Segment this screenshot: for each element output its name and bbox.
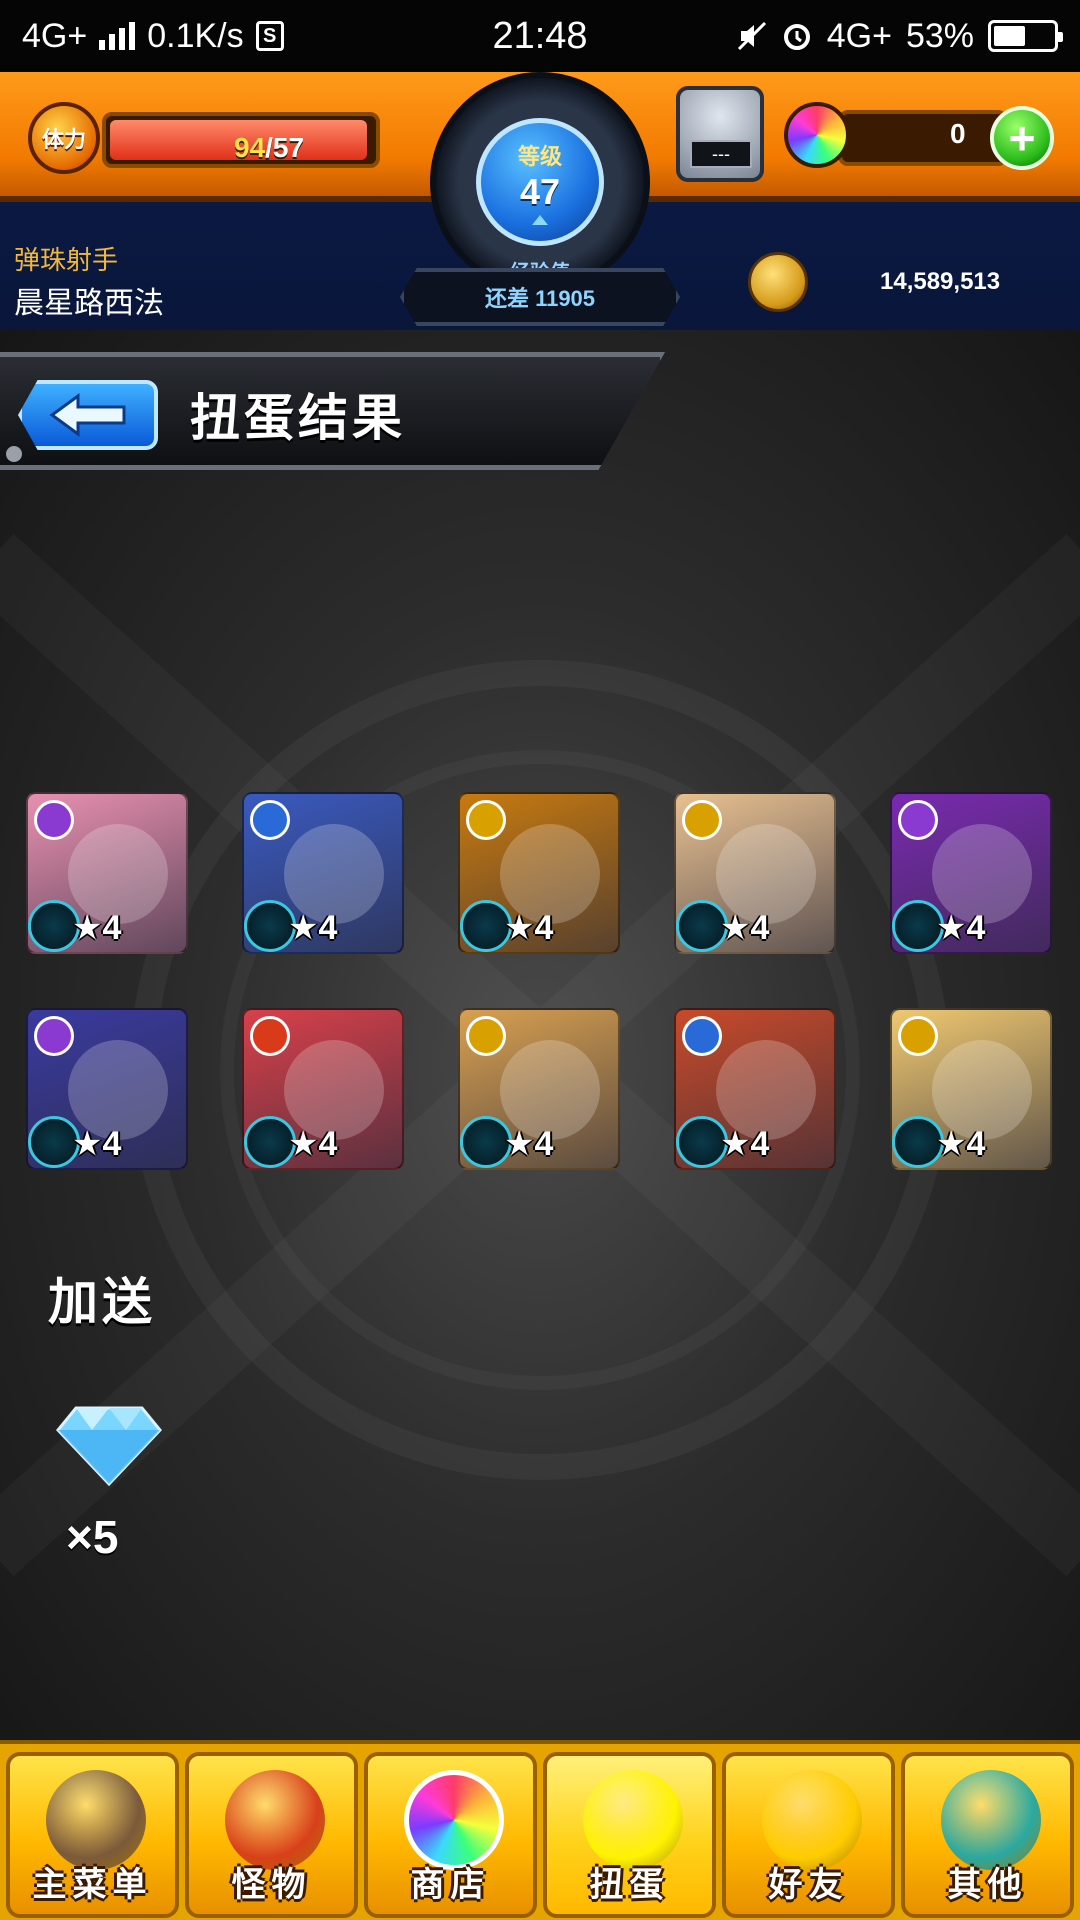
signal-icon	[99, 22, 136, 50]
battery-icon	[988, 20, 1063, 52]
nav-item-2[interactable]: 怪物	[185, 1752, 358, 1918]
diamond-icon	[56, 1406, 162, 1486]
monster-rarity: ★4	[504, 909, 554, 947]
network-indicator: 4G+	[22, 16, 88, 55]
nav-label: 怪物	[231, 1866, 312, 1904]
result-monster-card[interactable]: ★4	[674, 792, 836, 954]
orb-bar	[838, 110, 1008, 166]
monster-icon	[225, 1770, 325, 1870]
alarm-icon	[783, 24, 810, 50]
monster-rarity: ★4	[720, 1125, 770, 1163]
monster-rarity: ★4	[288, 909, 338, 947]
result-monster-card[interactable]: ★4	[890, 1008, 1052, 1170]
water-attr-icon	[682, 1016, 722, 1056]
orb-count: 0	[950, 118, 966, 149]
light-attr-icon	[898, 1016, 938, 1056]
monster-rarity: ★4	[288, 1125, 338, 1163]
battery-text: 53%	[905, 16, 974, 55]
main-menu-gate-icon	[46, 1770, 146, 1870]
nav-item-6[interactable]: 其他	[901, 1752, 1074, 1918]
back-arrow-icon	[49, 393, 126, 437]
dark-attr-icon	[34, 1016, 74, 1056]
monster-rarity: ★4	[936, 909, 986, 947]
page-title: 扭蛋结果	[190, 390, 406, 446]
orb-icon	[784, 102, 850, 168]
add-orb-button[interactable]: +	[990, 106, 1054, 170]
stamina-icon: 体力	[28, 102, 100, 174]
level-value: 47	[519, 171, 561, 212]
monster-box-button[interactable]: ---	[676, 86, 764, 182]
result-monster-card[interactable]: ★4	[458, 792, 620, 954]
result-monster-card[interactable]: ★4	[242, 1008, 404, 1170]
bottom-nav: 主菜单 怪物 商店 扭蛋 好友 其他	[0, 1740, 1080, 1920]
result-monster-card[interactable]: ★4	[26, 792, 188, 954]
game-header: 体力 94/57 等级 47 经验值 还差 11905 --- 0 + 弹珠射手…	[0, 72, 1080, 330]
light-attr-icon	[466, 1016, 506, 1056]
status-bar: 4G+ 0.1K/s S 21:48 4G+ 53%	[0, 0, 1080, 72]
nav-item-4[interactable]: 扭蛋	[543, 1752, 716, 1918]
s-app-icon: S	[255, 21, 284, 51]
level-orb: 等级 47	[476, 118, 604, 246]
stamina-label: 体力	[41, 127, 86, 152]
result-monster-card[interactable]: ★4	[458, 1008, 620, 1170]
monster-rarity: ★4	[504, 1125, 554, 1163]
nav-label: 商店	[410, 1866, 491, 1904]
nav-label: 扭蛋	[589, 1866, 670, 1904]
coin-icon	[748, 252, 808, 312]
mute-icon	[737, 21, 766, 51]
dark-attr-icon	[34, 800, 74, 840]
monster-rarity: ★4	[72, 909, 122, 947]
rainbow-orb-icon	[404, 1770, 504, 1870]
plate-screw	[6, 446, 22, 462]
monster-rarity: ★4	[936, 1125, 986, 1163]
stamina-max: /57	[265, 132, 305, 163]
stamina-value: 94/57	[234, 132, 304, 164]
nav-item-5[interactable]: 好友	[722, 1752, 895, 1918]
nav-item-1[interactable]: 主菜单	[6, 1752, 179, 1918]
nav-item-3[interactable]: 商店	[364, 1752, 537, 1918]
result-monster-card[interactable]: ★4	[890, 792, 1052, 954]
coin-value: 14,589,513	[880, 268, 1001, 295]
monster-rarity: ★4	[720, 909, 770, 947]
light-attr-icon	[682, 800, 722, 840]
gacha-egg-icon	[583, 1770, 683, 1870]
level-up-arrow-icon	[532, 215, 548, 225]
friends-icon	[762, 1770, 862, 1870]
gacha-result-screen: 扭蛋结果 ★4 ★4 ★4 ★4 ★4 ★4 ★4 ★4 ★4 ★4 加送 ×5	[0, 330, 1080, 1740]
back-button[interactable]	[18, 380, 158, 450]
network-indicator-right: 4G+	[826, 16, 892, 55]
bonus-label: 加送	[48, 1274, 156, 1330]
result-grid: ★4 ★4 ★4 ★4 ★4 ★4 ★4 ★4 ★4 ★4	[26, 792, 1056, 1170]
dark-attr-icon	[898, 800, 938, 840]
result-monster-card[interactable]: ★4	[674, 1008, 836, 1170]
network-speed: 0.1K/s	[147, 16, 244, 55]
player-name: 晨星路西法	[14, 287, 164, 320]
nav-label: 其他	[947, 1866, 1028, 1904]
result-monster-card[interactable]: ★4	[26, 1008, 188, 1170]
question-icon	[941, 1770, 1041, 1870]
fire-attr-icon	[250, 1016, 290, 1056]
level-label: 等级	[517, 144, 562, 169]
result-monster-card[interactable]: ★4	[242, 792, 404, 954]
monster-box-value: ---	[690, 140, 752, 168]
water-attr-icon	[250, 800, 290, 840]
stamina-current: 94	[234, 132, 266, 163]
light-attr-icon	[466, 800, 506, 840]
monster-rarity: ★4	[72, 1125, 122, 1163]
exp-remaining: 还差 11905	[484, 286, 596, 311]
exp-panel: 还差 11905	[400, 268, 680, 326]
player-class: 弹珠射手	[14, 245, 119, 275]
nav-label: 好友	[768, 1866, 849, 1904]
nav-label: 主菜单	[32, 1866, 153, 1904]
bonus-count: ×5	[66, 1511, 119, 1563]
